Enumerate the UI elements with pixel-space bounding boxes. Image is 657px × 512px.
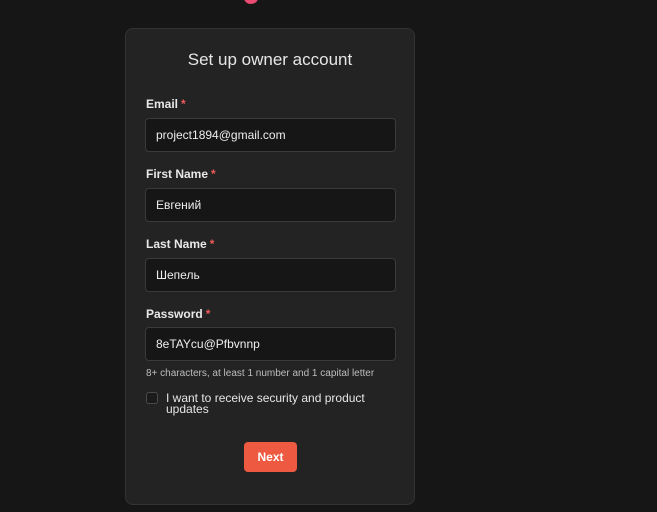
required-marker: * (181, 97, 186, 111)
updates-checkbox[interactable] (146, 392, 158, 404)
password-field[interactable] (145, 327, 396, 361)
updates-checkbox-label[interactable]: I want to receive security and product u… (166, 392, 391, 415)
first-name-label: First Name * (146, 167, 216, 181)
password-hint: 8+ characters, at least 1 number and 1 c… (146, 368, 375, 379)
page-title: Set up owner account (187, 50, 353, 69)
required-marker: * (205, 307, 211, 321)
last-name-field[interactable] (145, 258, 396, 292)
last-name-label: Last Name * (146, 237, 215, 251)
required-marker: * (211, 167, 216, 181)
first-name-field[interactable] (145, 188, 396, 222)
password-label: Password * (146, 307, 211, 321)
owner-setup-card: Set up owner account Email* First Name* … (125, 28, 415, 505)
next-button[interactable]: Next (244, 442, 297, 472)
email-field[interactable] (145, 118, 396, 152)
email-label: Email * (146, 97, 186, 111)
required-marker: * (209, 237, 215, 251)
logo-icon (244, 0, 258, 4)
